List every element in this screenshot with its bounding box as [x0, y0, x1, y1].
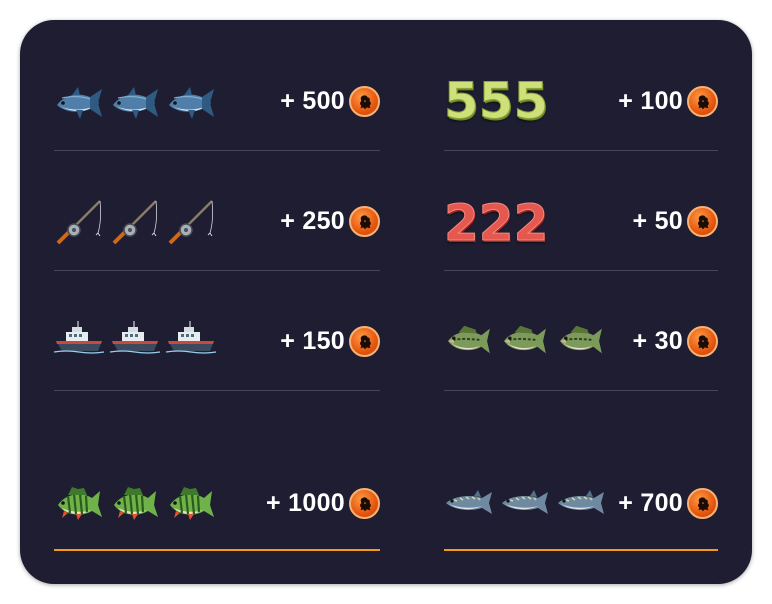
row-divider-highlight: [444, 549, 718, 551]
payout-amount: + 1000: [266, 489, 345, 517]
pike-icon: [444, 482, 494, 522]
payout-amount: + 250: [280, 207, 345, 235]
lion-emblem-icon: [356, 93, 374, 111]
payout-amount: + 100: [618, 87, 683, 115]
symbol-group: [54, 320, 216, 358]
payout: + 250: [280, 206, 380, 237]
row-divider: [54, 150, 380, 151]
lion-emblem-icon: [356, 213, 374, 231]
payout: + 700: [618, 488, 718, 519]
number-symbol-222: 222: [443, 194, 549, 252]
perch-icon: [110, 482, 160, 524]
row-divider-highlight: [54, 549, 380, 551]
coin-icon: [349, 206, 380, 237]
fish-icon: [110, 82, 160, 124]
row-divider: [54, 390, 380, 391]
fishing-rod-icon: [54, 196, 104, 248]
payout-amount: + 150: [280, 327, 345, 355]
symbol-group: 555: [443, 72, 549, 130]
payout-amount: + 30: [632, 327, 683, 355]
number-symbol-555: 555: [443, 72, 549, 130]
boat-icon: [166, 320, 216, 358]
symbol-group: 222: [443, 194, 549, 252]
symbol-group: [54, 482, 216, 524]
lion-emblem-icon: [356, 495, 374, 513]
lion-emblem-icon: [694, 213, 712, 231]
paytable-panel: + 500 + 250 + 150 + 1000 555 + 100 222 +…: [20, 20, 752, 584]
coin-icon: [687, 488, 718, 519]
fish-icon: [54, 82, 104, 124]
paytable-row-555: 555 + 100: [443, 40, 718, 160]
coin-icon: [349, 326, 380, 357]
row-divider: [444, 150, 718, 151]
coin-icon: [349, 86, 380, 117]
lion-emblem-icon: [356, 333, 374, 351]
payout: + 500: [280, 86, 380, 117]
paytable-row-boat: + 150: [54, 280, 380, 400]
coin-icon: [687, 206, 718, 237]
symbol-group: [54, 196, 216, 248]
row-divider: [54, 270, 380, 271]
fishing-rod-icon: [166, 196, 216, 248]
paytable-row-tuna: + 500: [54, 40, 380, 160]
bass-icon: [500, 322, 550, 360]
symbol-group: [444, 322, 606, 360]
symbol-group: [54, 82, 216, 124]
pike-icon: [500, 482, 550, 522]
boat-icon: [54, 320, 104, 358]
payout: + 1000: [266, 488, 380, 519]
paytable-row-222: 222 + 50: [443, 160, 718, 280]
fish-icon: [166, 82, 216, 124]
coin-icon: [349, 488, 380, 519]
row-divider: [444, 270, 718, 271]
lion-emblem-icon: [694, 333, 712, 351]
payout-amount: + 700: [618, 489, 683, 517]
lion-emblem-icon: [694, 93, 712, 111]
paytable-row-pike: + 700: [444, 460, 718, 580]
boat-icon: [110, 320, 160, 358]
payout-amount: + 50: [632, 207, 683, 235]
symbol-group: [444, 482, 606, 522]
coin-icon: [687, 86, 718, 117]
bass-icon: [444, 322, 494, 360]
row-divider: [444, 390, 718, 391]
paytable-row-fishing-rod: + 250: [54, 160, 380, 280]
paytable-row-bass: + 30: [444, 280, 718, 400]
payout: + 150: [280, 326, 380, 357]
pike-icon: [556, 482, 606, 522]
payout: + 30: [632, 326, 718, 357]
payout: + 50: [632, 206, 718, 237]
payout-amount: + 500: [280, 87, 345, 115]
coin-icon: [687, 326, 718, 357]
perch-icon: [54, 482, 104, 524]
paytable-row-perch: + 1000: [54, 460, 380, 580]
fishing-rod-icon: [110, 196, 160, 248]
payout: + 100: [618, 86, 718, 117]
bass-icon: [556, 322, 606, 360]
lion-emblem-icon: [694, 495, 712, 513]
perch-icon: [166, 482, 216, 524]
